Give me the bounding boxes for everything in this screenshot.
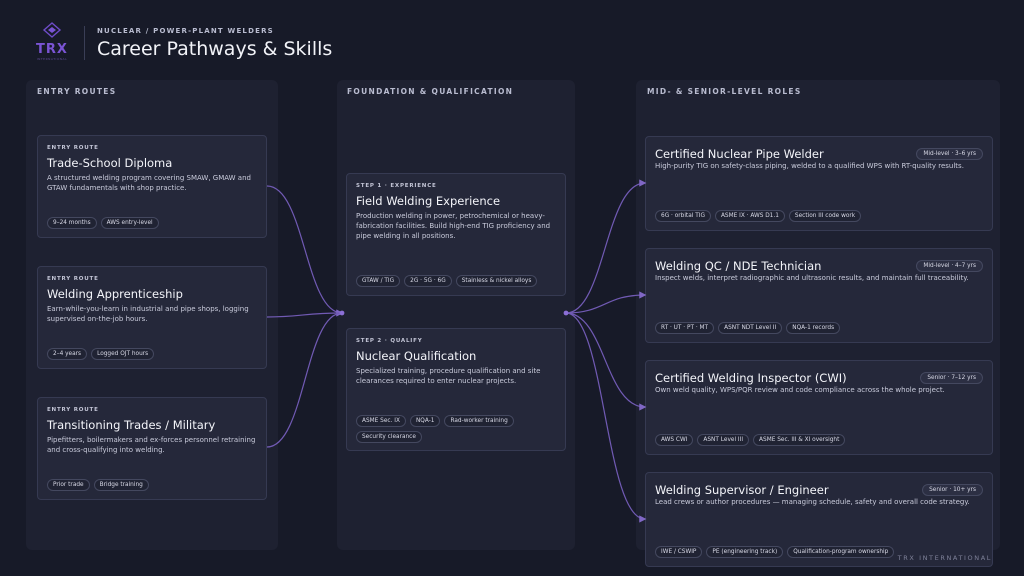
tag: Rad-worker training (444, 415, 514, 427)
tag: ASME Sec. IX (356, 415, 406, 427)
footer-brand: TRX INTERNATIONAL (897, 554, 992, 562)
card-tags: 6G · orbital TIG ASME IX · AWS D1.1 Sect… (655, 210, 862, 222)
tag: PE (engineering track) (706, 546, 784, 558)
connector-transitioning (266, 312, 343, 448)
card-tags: GTAW / TIG 2G · 5G · 6G Stainless & nick… (356, 275, 538, 287)
card-tags: 2–4 years Logged OJT hours (47, 348, 155, 360)
connector-apprenticeship (266, 312, 343, 318)
tag: 2G · 5G · 6G (404, 275, 452, 287)
card-tags: ASME Sec. IX NQA-1 Rad-worker training S… (356, 415, 561, 443)
connector-role-cwi (565, 312, 647, 411)
connector-role-pipe-welder (565, 179, 647, 314)
card-label: STEP 2 · QUALIFY (356, 338, 423, 344)
page-kicker: NUCLEAR / POWER-PLANT WELDERS (97, 26, 274, 35)
card-tags: 9–24 months AWS entry-level (47, 217, 159, 229)
tag: 6G · orbital TIG (655, 210, 711, 222)
tag: Stainless & nickel alloys (455, 275, 538, 287)
card-description: Own weld quality, WPS/PQR review and cod… (655, 386, 945, 394)
tag: GTAW / TIG (356, 275, 401, 287)
card-tags: IWE / CSWIP PE (engineering track) Quali… (655, 546, 895, 558)
card-title: Trade-School Diploma (47, 156, 173, 170)
logo-text: TRX (36, 42, 68, 57)
tag: 2–4 years (47, 348, 88, 360)
page-header: TRX INTERNATIONAL NUCLEAR / POWER-PLANT … (30, 22, 332, 64)
card-label: STEP 1 · EXPERIENCE (356, 183, 437, 189)
card-title: Field Welding Experience (356, 194, 501, 208)
card-description: Earn-while-you-learn in industrial and p… (47, 305, 249, 323)
role-card-cwi[interactable]: Certified Welding Inspector (CWI) Senior… (645, 360, 993, 455)
logo-subtext: INTERNATIONAL (36, 57, 68, 61)
step-card-field-experience[interactable]: STEP 1 · EXPERIENCE Field Welding Experi… (346, 173, 566, 296)
card-label: ENTRY ROUTE (47, 407, 99, 413)
card-title: Welding QC / NDE Technician (655, 259, 822, 273)
tag: 9–24 months (47, 217, 97, 229)
card-description: High-purity TIG on safety-class piping, … (655, 162, 964, 170)
entry-card-trade-school[interactable]: ENTRY ROUTE Trade-School Diploma A struc… (37, 135, 267, 238)
card-description: Specialized training, procedure qualific… (356, 367, 541, 385)
column-title-entry: ENTRY ROUTES (37, 87, 117, 96)
card-description: A structured welding program covering SM… (47, 174, 251, 192)
connector-trade-school (266, 185, 344, 317)
card-title: Welding Apprenticeship (47, 287, 183, 301)
role-card-nuclear-pipe-welder[interactable]: Certified Nuclear Pipe Welder Mid-level … (645, 136, 993, 231)
card-description: Pipefitters, boilermakers and ex-forces … (47, 436, 256, 454)
tag: Qualification-program ownership (787, 546, 895, 558)
tag: Security clearance (356, 431, 422, 443)
level-badge: Senior · 10+ yrs (922, 484, 983, 496)
tag: ASNT Level III (697, 434, 750, 446)
tag: Prior trade (47, 479, 90, 491)
tag: Logged OJT hours (91, 348, 155, 360)
card-description: Production welding in power, petrochemic… (356, 212, 551, 240)
card-label: ENTRY ROUTE (47, 145, 99, 151)
entry-card-transitioning[interactable]: ENTRY ROUTE Transitioning Trades / Milit… (37, 397, 267, 500)
role-card-supervisor-engineer[interactable]: Welding Supervisor / Engineer Senior · 1… (645, 472, 993, 567)
card-tags: RT · UT · PT · MT ASNT NDT Level II NQA-… (655, 322, 841, 334)
card-label: ENTRY ROUTE (47, 276, 99, 282)
tag: RT · UT · PT · MT (655, 322, 715, 334)
card-title: Transitioning Trades / Military (47, 418, 216, 432)
tag: NQA-1 (409, 415, 441, 427)
tag: NQA-1 records (786, 322, 841, 334)
card-tags: Prior trade Bridge training (47, 479, 149, 491)
connector-role-qc (565, 291, 647, 314)
level-badge: Mid-level · 3–6 yrs (916, 148, 983, 160)
tag: Section III code work (788, 210, 862, 222)
tag: IWE / CSWIP (655, 546, 703, 558)
tag: ASME Sec. III & XI oversight (753, 434, 846, 446)
brand-logo: TRX INTERNATIONAL (30, 22, 74, 64)
tag: ASNT NDT Level II (718, 322, 783, 334)
tag: AWS entry-level (100, 217, 159, 229)
card-title: Certified Nuclear Pipe Welder (655, 147, 824, 161)
tag: ASME IX · AWS D1.1 (714, 210, 785, 222)
entry-routes-column: ENTRY ROUTES ENTRY ROUTE Trade-School Di… (26, 80, 278, 550)
foundation-column: FOUNDATION & QUALIFICATION STEP 1 · EXPE… (337, 80, 575, 550)
card-description: Lead crews or author procedures — managi… (655, 498, 970, 506)
column-title-roles: MID- & SENIOR-LEVEL ROLES (647, 87, 802, 96)
tag: Bridge training (93, 479, 149, 491)
roles-column: MID- & SENIOR-LEVEL ROLES Certified Nucl… (636, 80, 1000, 567)
tag: AWS CWI (655, 434, 694, 446)
level-badge: Senior · 7–12 yrs (920, 372, 983, 384)
header-divider (84, 26, 85, 60)
card-title: Certified Welding Inspector (CWI) (655, 371, 847, 385)
card-tags: AWS CWI ASNT Level III ASME Sec. III & X… (655, 434, 846, 446)
card-title: Welding Supervisor / Engineer (655, 483, 829, 497)
step-card-nuclear-qualification[interactable]: STEP 2 · QUALIFY Nuclear Qualification S… (346, 328, 566, 451)
entry-card-apprenticeship[interactable]: ENTRY ROUTE Welding Apprenticeship Earn-… (37, 266, 267, 369)
role-card-qc-nde-technician[interactable]: Welding QC / NDE Technician Mid-level · … (645, 248, 993, 343)
level-badge: Mid-level · 4–7 yrs (916, 260, 983, 272)
page-title: Career Pathways & Skills (97, 37, 333, 60)
logo-mark-icon (42, 22, 62, 38)
card-title: Nuclear Qualification (356, 349, 477, 363)
column-title-foundation: FOUNDATION & QUALIFICATION (347, 87, 514, 96)
card-description: Inspect welds, interpret radiographic an… (655, 274, 969, 282)
connector-role-supervisor (565, 312, 647, 523)
